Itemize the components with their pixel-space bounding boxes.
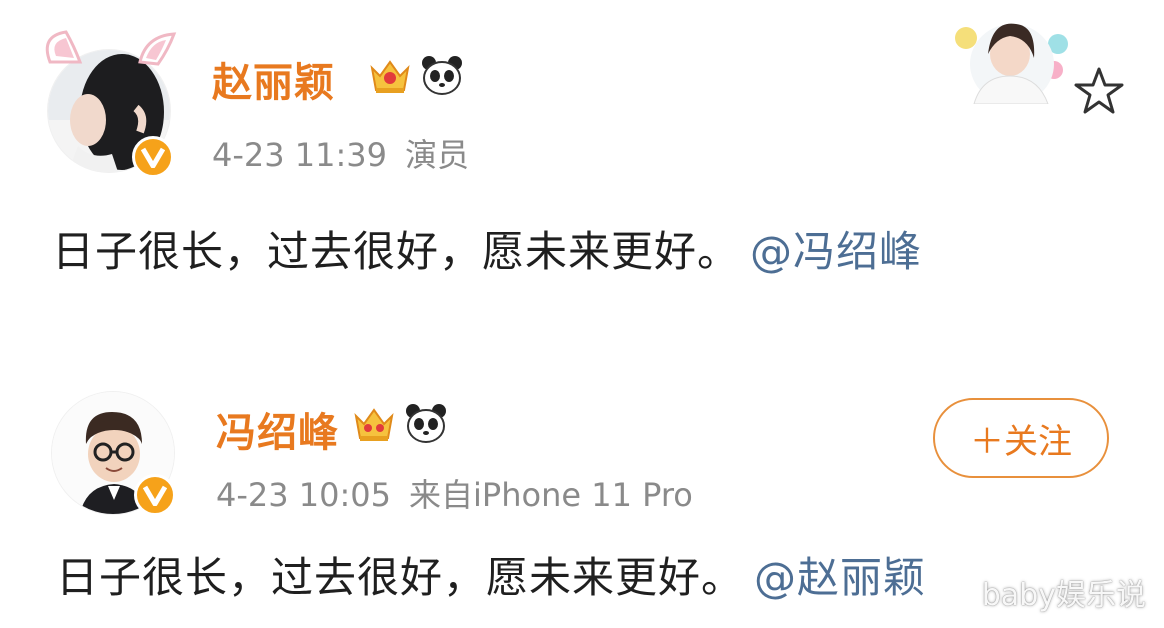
post-text: 日子很长，过去很好，愿未来更好。 [56,553,745,602]
post-timestamp: 4-23 10:05 [216,476,392,514]
weibo-post: 赵丽颖 4-23 11:39 演员 日子很长，过去很好，愿未来更好。 @冯绍峰 [0,0,1164,330]
username[interactable]: 赵丽颖 [212,50,335,108]
crown-vip-icon [354,408,394,441]
verified-v-icon [134,474,176,516]
mention-link[interactable]: @赵丽颖 [754,553,926,602]
panda-icon [406,404,446,443]
follow-button[interactable]: ＋关注 [933,398,1109,478]
post-content: 日子很长，过去很好，愿未来更好。 @赵丽颖 [56,544,926,605]
post-source: 演员 [405,136,470,174]
panda-icon [422,56,462,95]
decorative-avatar-icon [955,23,1068,104]
verified-v-icon [132,136,174,178]
mention-link[interactable]: @冯绍峰 [750,227,922,276]
post-source: 来自iPhone 11 Pro [409,476,693,514]
post-text: 日子很长，过去很好，愿未来更好。 [52,227,741,276]
post-content: 日子很长，过去很好，愿未来更好。 @冯绍峰 [52,218,922,279]
watermark-text: baby娱乐说 [981,578,1146,613]
favorite-star-icon[interactable] [1072,64,1126,118]
crown-vip-icon [370,60,410,93]
username[interactable]: 冯绍峰 [216,400,339,458]
bunny-ears-icon [45,30,177,66]
post-meta: 4-23 10:05 来自iPhone 11 Pro [216,470,711,516]
post-meta: 4-23 11:39 演员 [212,130,487,176]
post-timestamp: 4-23 11:39 [212,136,388,174]
